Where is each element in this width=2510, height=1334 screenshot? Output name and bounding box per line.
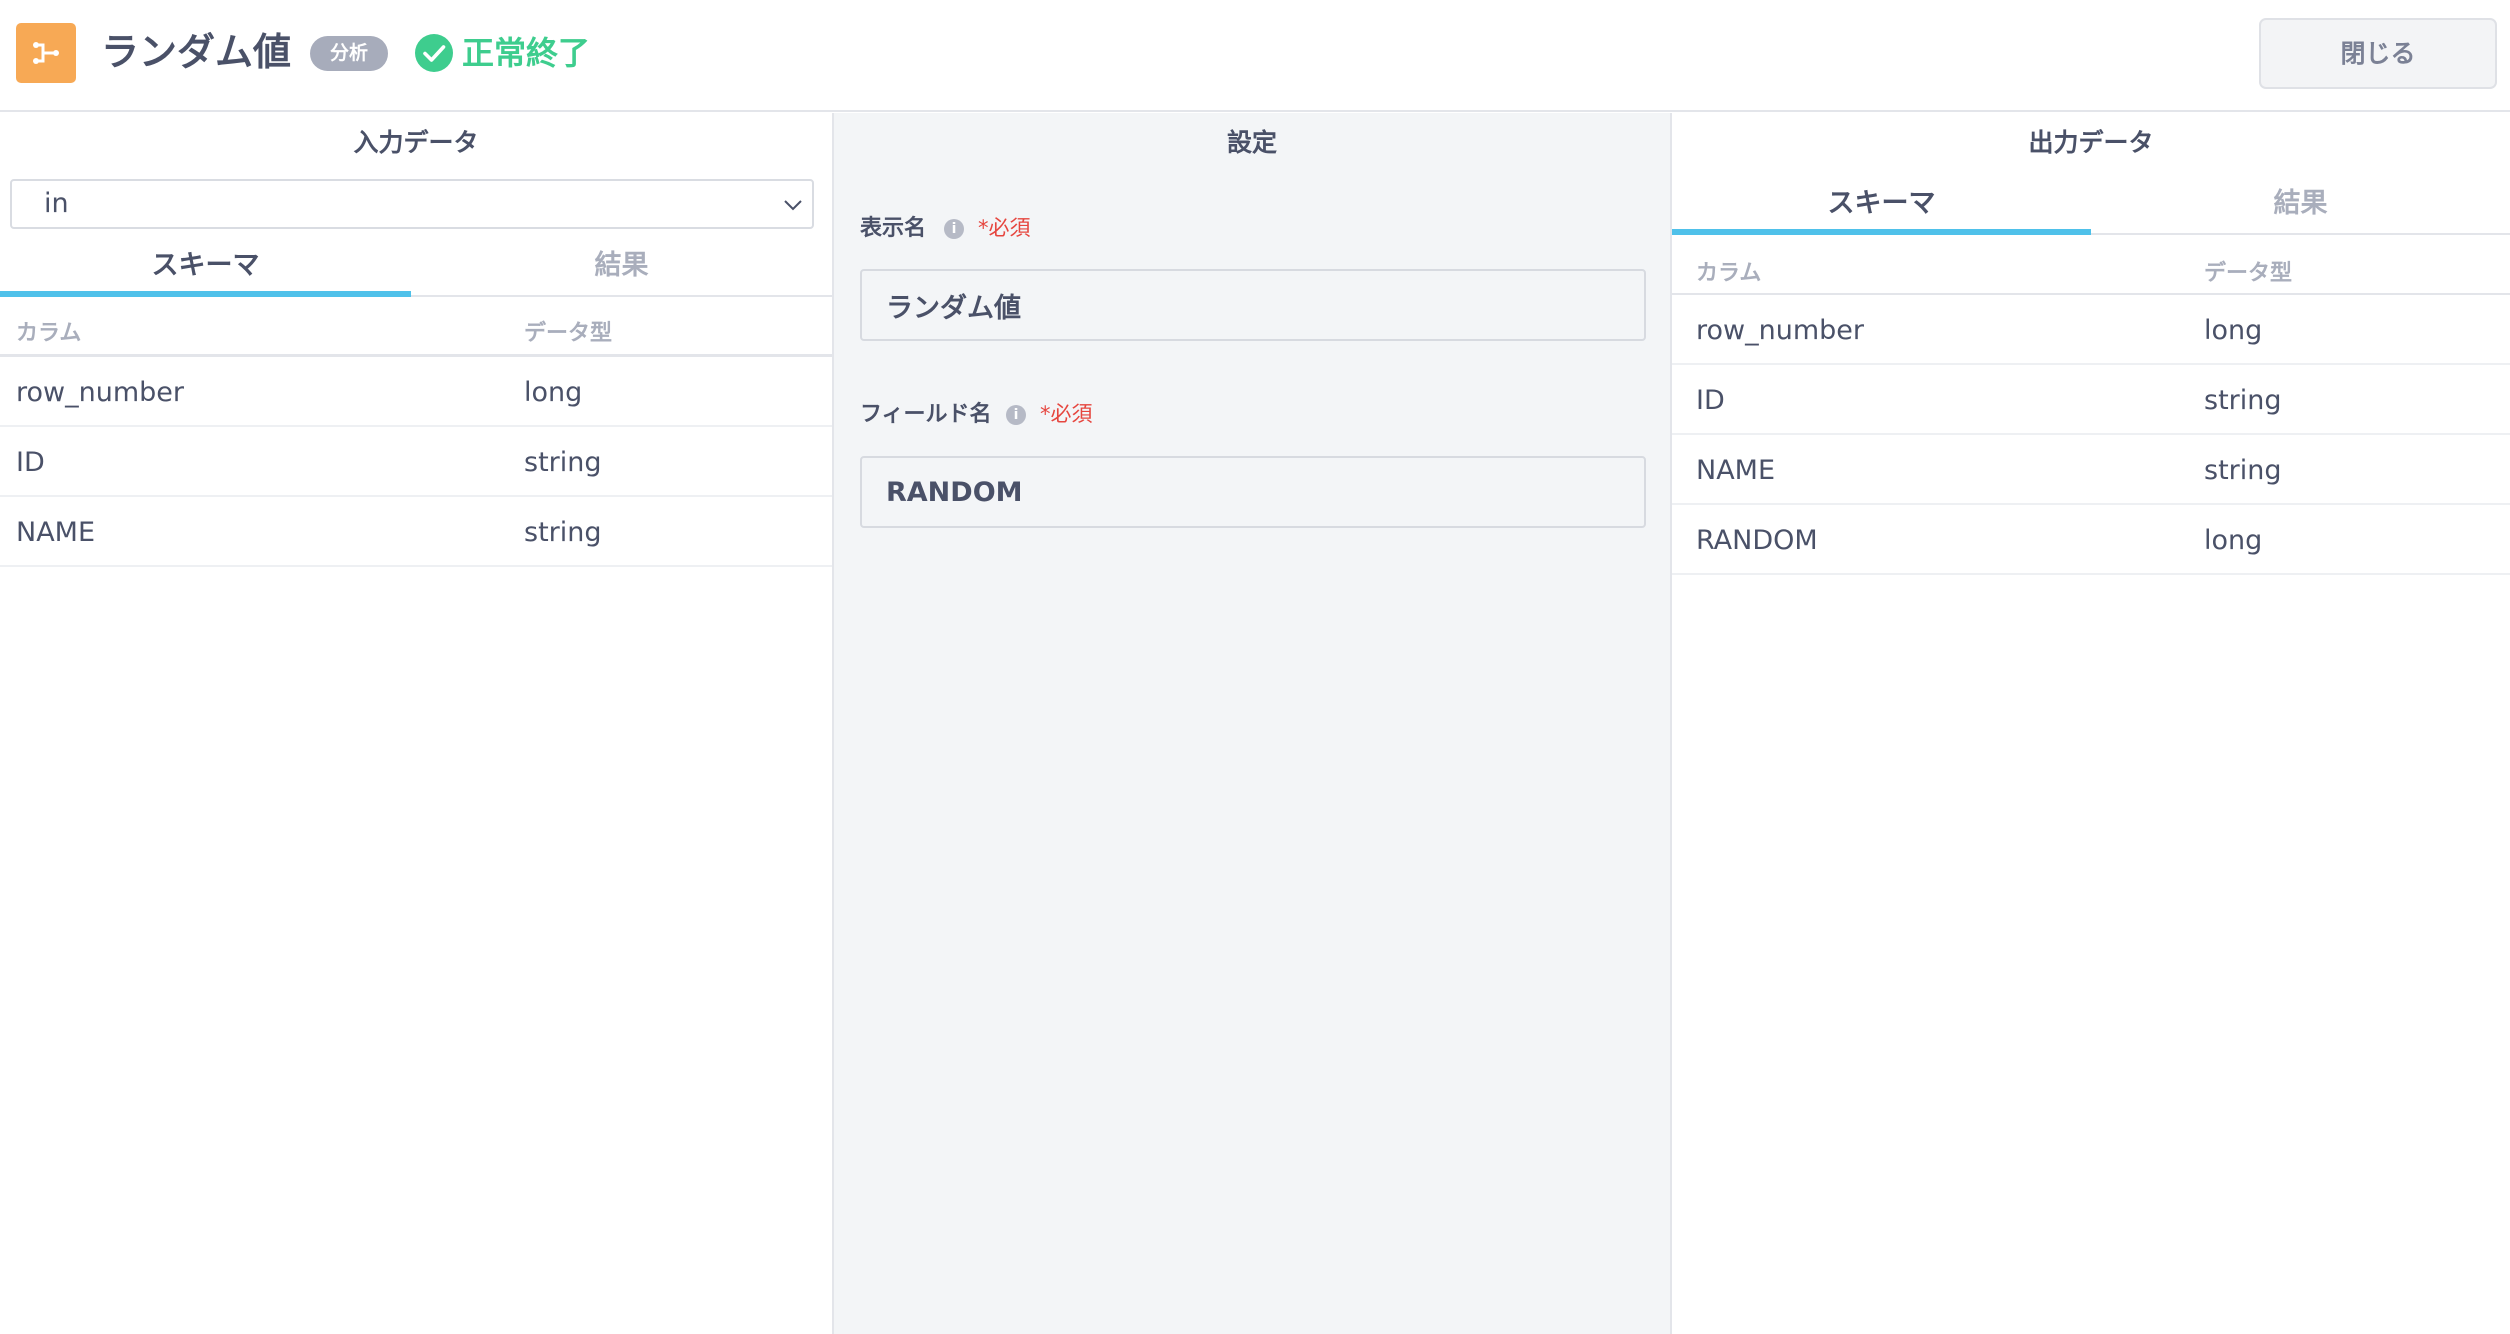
column-name: ID [16, 447, 45, 478]
input-panel-title: 入力データ [353, 128, 479, 157]
field-name-label: フィールド名 [860, 402, 992, 427]
table-row: ID string [0, 427, 832, 497]
table-row: row_number long [1672, 295, 2510, 365]
column-name: row_number [16, 377, 184, 408]
tab-results[interactable]: 結果 [411, 237, 832, 297]
table-row: RANDOM long [1672, 505, 2510, 575]
status-text: 正常終了 [462, 34, 591, 72]
info-icon[interactable]: i [944, 219, 964, 239]
display-name-field[interactable] [860, 269, 1646, 341]
column-type: string [524, 517, 602, 548]
column-name: ID [1696, 385, 1725, 416]
table-header: カラム データ型 [1672, 249, 2510, 295]
column-name: row_number [1696, 315, 1864, 346]
close-button[interactable]: 閉じる [2259, 18, 2497, 89]
required-mark: *必須 [978, 216, 1031, 240]
display-name-label: 表示名 [860, 216, 927, 241]
column-header-name: カラム [1696, 261, 1762, 286]
column-name: NAME [16, 517, 96, 548]
input-source-value: in [44, 188, 69, 219]
tab-schema[interactable]: スキーマ [0, 237, 411, 297]
page-title: ランダム値 [101, 30, 292, 74]
required-mark: *必須 [1040, 402, 1093, 426]
output-panel-title: 出力データ [2028, 128, 2154, 157]
column-header-type: データ型 [2204, 261, 2293, 286]
column-type: long [2204, 315, 2263, 346]
table-row: NAME string [0, 497, 832, 567]
input-schema-table: カラム データ型 row_number long ID string NAME … [0, 309, 832, 567]
field-name-field[interactable] [860, 456, 1646, 528]
tab-schema[interactable]: スキーマ [1672, 175, 2091, 235]
input-source-select[interactable]: in [10, 179, 814, 229]
table-row: ID string [1672, 365, 2510, 435]
table-header: カラム データ型 [0, 309, 832, 357]
output-schema-table: カラム データ型 row_number long ID string NAME … [1672, 249, 2510, 575]
column-type: string [524, 447, 602, 478]
input-tabs: スキーマ 結果 [0, 237, 832, 297]
category-badge: 分析 [310, 36, 388, 71]
output-tabs: スキーマ 結果 [1672, 175, 2510, 235]
output-data-panel: 出力データ スキーマ 結果 カラム データ型 row_number long I… [1672, 113, 2510, 1334]
column-header-name: カラム [16, 321, 82, 346]
header-bar: ランダム値 分析 正常終了 閉じる [0, 0, 2510, 112]
settings-panel-title: 設定 [1226, 128, 1277, 157]
column-name: RANDOM [1696, 525, 1818, 556]
column-type: long [2204, 525, 2263, 556]
table-row: NAME string [1672, 435, 2510, 505]
chevron-down-icon [782, 195, 804, 219]
branch-icon [16, 23, 76, 83]
input-data-panel: 入力データ in スキーマ 結果 カラム データ型 row_number lon… [0, 113, 832, 1334]
column-type: long [524, 377, 583, 408]
check-circle-icon [414, 33, 454, 77]
column-type: string [2204, 385, 2282, 416]
settings-panel: 設定 表示名 i *必須 フィールド名 i *必須 [832, 113, 1672, 1334]
column-name: NAME [1696, 455, 1776, 486]
info-icon[interactable]: i [1006, 405, 1026, 425]
table-row: row_number long [0, 357, 832, 427]
tab-results[interactable]: 結果 [2091, 175, 2510, 235]
column-type: string [2204, 455, 2282, 486]
column-header-type: データ型 [524, 321, 613, 346]
